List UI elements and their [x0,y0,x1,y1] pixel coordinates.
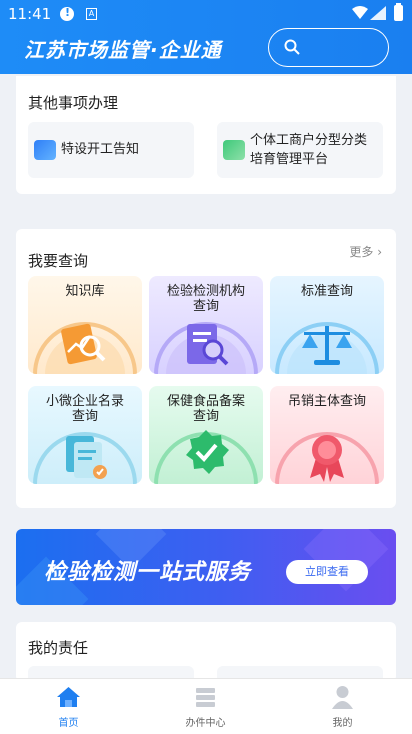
tile-knowledge-base[interactable]: 知识库 [28,276,142,374]
tile-label-line1: 小微企业名录 [45,394,124,409]
nav-label: 我的 [332,718,353,729]
tile-standard-query[interactable]: 标准查询 [270,276,384,374]
nav-home[interactable]: 首页 [0,679,137,734]
wifi-icon [352,6,368,19]
banner-title: 检验检测一站式服务 [44,560,252,585]
tile-inspection-institution[interactable]: 检验检测机构 查询 [149,276,263,374]
search-input[interactable] [309,37,379,57]
files-icon [196,688,215,707]
blue-doc-icon [34,140,56,160]
service-item-label-line2: 培育管理平台 [250,152,329,167]
check-badge-icon [154,430,258,484]
app-title: 江苏市场监管·企业通 [24,38,222,62]
responsibility-card: 我的责任 [16,622,396,682]
service-item-special-equipment[interactable]: 特设开工告知 [28,122,194,178]
more-link[interactable]: 更多 › [349,243,382,260]
tile-health-food-filing[interactable]: 保健食品备案 查询 [149,386,263,484]
person-icon [332,686,353,709]
responsibility-title: 我的责任 [28,639,89,657]
more-label: 更多 [349,245,374,259]
nav-label: 首页 [58,718,79,729]
green-doc-icon [223,140,245,160]
service-item-individual-business[interactable]: 个体工商户分型分类 培育管理平台 [217,122,383,178]
search-box[interactable] [268,28,389,67]
other-services-card: 其他事项办理 特设开工告知 个体工商户分型分类 培育管理平台 [16,76,396,194]
nav-label: 办件中心 [185,718,226,729]
tile-label: 标准查询 [300,284,353,299]
tile-label: 知识库 [65,284,105,299]
home-icon [57,687,80,707]
inspection-banner[interactable]: 检验检测一站式服务 立即查看 [16,529,396,605]
bottom-nav: 首页 办件中心 我的 [0,678,412,734]
tile-label: 吊销主体查询 [287,394,366,409]
query-title: 我要查询 [28,252,89,270]
tile-revoked-entity-query[interactable]: 吊销主体查询 [270,386,384,484]
search-icon [284,39,300,55]
a-badge-icon: A [86,8,97,20]
query-card: 我要查询 更多 › 知识库 检验检测机构 查询 标准查询 小微企业名录 查询 保… [16,229,396,508]
chevron-right-icon: › [377,245,382,259]
service-item-label-line1: 个体工商户分型分类 [250,133,368,148]
tile-label-line1: 检验检测机构 [166,284,245,299]
battery-icon [394,3,403,21]
tile-label-line1: 保健食品备案 [166,394,245,409]
status-time: 11:41 [8,5,52,23]
tile-small-enterprise-directory[interactable]: 小微企业名录 查询 [28,386,142,484]
nav-profile[interactable]: 我的 [274,679,411,734]
alert-icon [60,6,74,21]
other-services-title: 其他事项办理 [28,94,119,112]
app-header: 11:41 A 江苏市场监管·企业通 [0,0,412,74]
service-item-label: 特设开工告知 [61,142,140,157]
inspection-icon [154,322,258,374]
directory-icon [33,432,137,484]
scale-icon [275,322,379,374]
status-bar: 11:41 A [0,0,412,28]
nav-files[interactable]: 办件中心 [137,679,274,734]
knowledge-icon [33,322,137,374]
signal-icon [370,6,386,20]
ribbon-icon [275,432,379,484]
view-now-button[interactable]: 立即查看 [286,560,368,584]
